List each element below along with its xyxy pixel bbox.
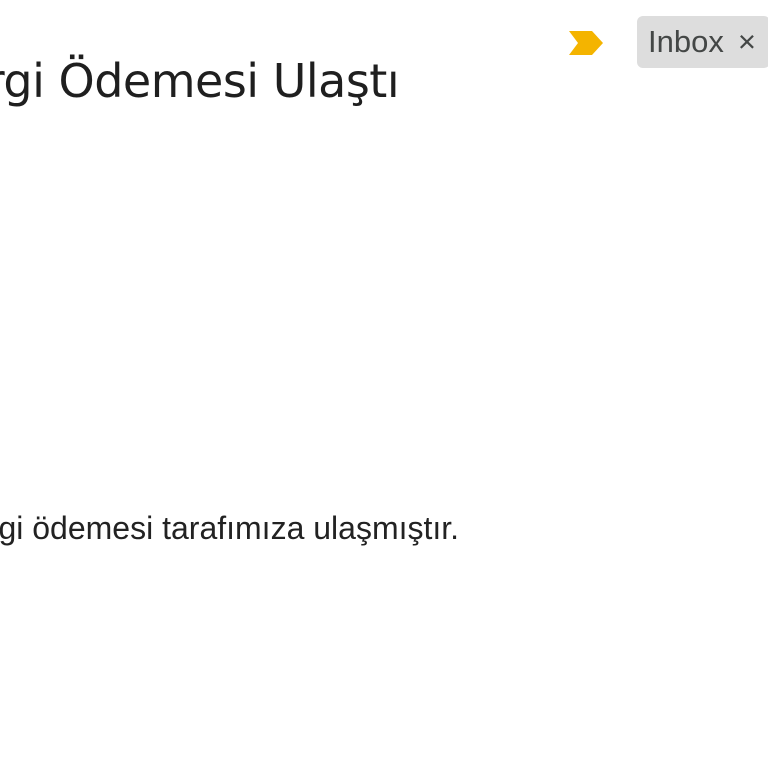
- inbox-label-text: Inbox: [648, 24, 724, 59]
- inbox-label-chip[interactable]: Inbox ×: [637, 16, 768, 68]
- email-view: ergi Ödemesi Ulaştı Inbox × ergi ödemesi…: [0, 0, 768, 768]
- email-subject: ergi Ödemesi Ulaştı: [0, 54, 400, 109]
- remove-label-icon[interactable]: ×: [738, 24, 756, 60]
- importance-marker-icon[interactable]: [566, 28, 606, 58]
- email-body-line: ergi ödemesi tarafımıza ulaşmıştır.: [0, 510, 460, 546]
- importance-marker-shape: [569, 31, 603, 55]
